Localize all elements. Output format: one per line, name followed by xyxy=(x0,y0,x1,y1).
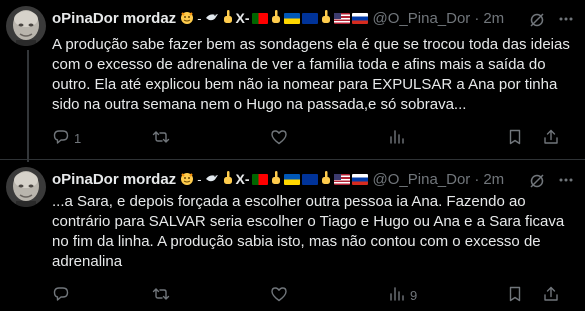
repost-button[interactable] xyxy=(152,285,270,306)
display-name[interactable]: oPinaDor mordaz xyxy=(52,10,176,27)
dove-emoji-icon xyxy=(204,9,220,28)
name-decorations: - X- xyxy=(179,9,368,28)
bookmark-icon xyxy=(506,128,524,149)
share-icon xyxy=(542,128,560,149)
tweet-actions: 9 xyxy=(52,285,571,305)
x-logo-icon: X- xyxy=(235,10,250,26)
like-button[interactable] xyxy=(270,128,388,149)
repost-button[interactable] xyxy=(152,128,270,149)
tweet-text: A produção sabe fazer bem as sondagens e… xyxy=(52,36,570,113)
bookmark-icon xyxy=(506,285,524,306)
repost-icon xyxy=(152,128,170,149)
avatar[interactable] xyxy=(6,167,46,207)
usa-flag-icon xyxy=(333,12,350,24)
middle-finger-emoji-icon xyxy=(320,170,332,189)
bookmark-button[interactable] xyxy=(506,128,542,149)
repost-icon xyxy=(152,285,170,306)
avatar[interactable] xyxy=(6,6,46,46)
handle[interactable]: @O_Pina_Dor xyxy=(373,171,471,188)
middle-finger-emoji-icon xyxy=(222,170,234,189)
middle-finger-emoji-icon xyxy=(270,170,282,189)
handle[interactable]: @O_Pina_Dor xyxy=(373,10,471,27)
bookmark-button[interactable] xyxy=(506,285,542,306)
reply-button[interactable] xyxy=(52,285,152,306)
eu-flag-icon xyxy=(301,173,318,185)
ukraine-flag-icon xyxy=(283,173,300,185)
like-icon xyxy=(270,285,288,306)
grok-icon[interactable] xyxy=(529,173,545,189)
russia-flag-icon xyxy=(351,12,368,24)
timestamp[interactable]: 2m xyxy=(483,10,504,27)
timestamp[interactable]: 2m xyxy=(483,171,504,188)
views-button[interactable] xyxy=(388,128,506,149)
share-button[interactable] xyxy=(542,128,562,149)
devil-emoji-icon xyxy=(179,170,195,189)
share-button[interactable] xyxy=(542,285,562,306)
views-button[interactable]: 9 xyxy=(388,285,506,306)
views-icon xyxy=(388,128,406,149)
portugal-flag-icon xyxy=(251,173,268,185)
like-icon xyxy=(270,128,288,149)
more-icon[interactable] xyxy=(557,171,575,189)
x-logo-icon: X- xyxy=(235,171,250,187)
usa-flag-icon xyxy=(333,173,350,185)
tweet[interactable]: oPinaDor mordaz - X- @O_ xyxy=(0,0,585,160)
middle-finger-emoji-icon xyxy=(320,9,332,28)
more-icon[interactable] xyxy=(557,10,575,28)
reply-button[interactable]: 1 xyxy=(52,128,152,149)
view-count: 9 xyxy=(410,287,418,303)
share-icon xyxy=(542,285,560,306)
separator-dot: · xyxy=(474,9,480,27)
tweet[interactable]: oPinaDor mordaz - X- @O_ xyxy=(0,161,585,311)
tweet-text: ...a Sara, e depois forçada a escolher o… xyxy=(52,193,565,270)
tweet-header: oPinaDor mordaz - X- @O_Pina_Dor · 2m xyxy=(52,169,504,189)
devil-emoji-icon xyxy=(179,9,195,28)
dove-emoji-icon xyxy=(204,170,220,189)
portugal-flag-icon xyxy=(251,12,268,24)
tweet-actions: 1 xyxy=(52,128,571,148)
separator-dot: · xyxy=(474,170,480,188)
reply-count: 1 xyxy=(74,130,82,146)
reply-icon xyxy=(52,128,70,149)
russia-flag-icon xyxy=(351,173,368,185)
middle-finger-emoji-icon xyxy=(222,9,234,28)
tweet-header: oPinaDor mordaz - X- @O_Pina_Dor · 2m xyxy=(52,8,504,28)
eu-flag-icon xyxy=(301,12,318,24)
views-icon xyxy=(388,285,406,306)
name-decorations: - X- xyxy=(179,170,368,189)
ukraine-flag-icon xyxy=(283,12,300,24)
grok-icon[interactable] xyxy=(529,12,545,28)
middle-finger-emoji-icon xyxy=(270,9,282,28)
reply-icon xyxy=(52,285,70,306)
like-button[interactable] xyxy=(270,285,388,306)
display-name[interactable]: oPinaDor mordaz xyxy=(52,171,176,188)
